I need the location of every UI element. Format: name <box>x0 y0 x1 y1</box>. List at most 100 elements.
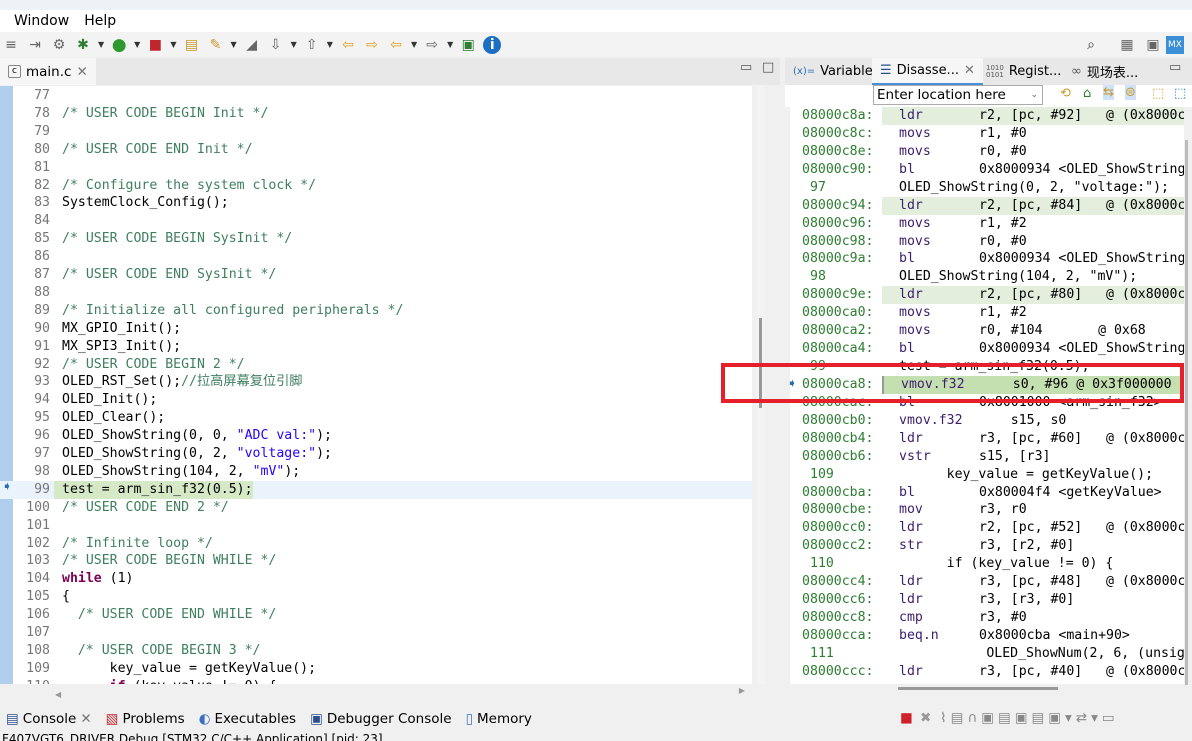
code-line[interactable]: 93 OLED_RST_Set();//拉高屏幕复位引脚 <box>0 373 752 391</box>
code-line[interactable]: 78 /* USER CODE BEGIN Init */ <box>0 105 752 123</box>
tab-console[interactable]: ▤ Console ✕ <box>6 711 92 727</box>
editor-horizontal-scrollbar[interactable]: ◀ ▶ <box>55 686 745 699</box>
source-line-row[interactable]: 97 OLED_ShowString(0, 2, "voltage:"); <box>790 179 1184 197</box>
tab-live-expressions[interactable]: ∞ 现场表... <box>1063 58 1146 85</box>
tab-memory[interactable]: ▯ Memory <box>466 711 532 727</box>
terminate-icon[interactable]: ■ <box>900 710 913 726</box>
code-line[interactable]: 79 <box>0 123 752 141</box>
prev-annotation-icon[interactable]: ⇧ <box>303 36 321 54</box>
open-folder-icon[interactable]: ▤ <box>182 36 200 54</box>
forward-icon[interactable]: ⇨ <box>423 36 441 54</box>
debug-icon[interactable]: ✱ <box>74 36 92 54</box>
code-line[interactable]: 102 /* Infinite loop */ <box>0 535 752 553</box>
pen-icon[interactable]: ✎ <box>206 36 224 54</box>
instruction-row[interactable]: 08000ca2: movs r0, #104 @ 0x68 <box>790 322 1184 340</box>
run-icon[interactable]: ● <box>110 35 128 55</box>
prev-annotation-dropdown-icon[interactable]: ▼ <box>327 40 333 49</box>
tab-problems[interactable]: ▧ Problems <box>106 711 185 727</box>
instruction-row[interactable]: 08000c8c: movs r1, #0 <box>790 125 1184 143</box>
menu-help[interactable]: Help <box>84 13 116 29</box>
instruction-row[interactable]: 08000cbe: mov r3, r0 <box>790 501 1184 519</box>
code-line[interactable]: 95 OLED_Clear(); <box>0 409 752 427</box>
instruction-row[interactable]: 08000cc2: str r3, [r2, #0] <box>790 537 1184 555</box>
instruction-row[interactable]: 08000c8a: ldr r2, [pc, #92] @ (0x8000ce <box>790 107 1184 125</box>
pin-editor-icon[interactable]: ▣ <box>459 36 477 54</box>
code-line[interactable]: 104 while (1) <box>0 570 752 588</box>
minimize-icon[interactable]: ▭ <box>1169 60 1181 75</box>
next-annotation-dropdown-icon[interactable]: ▼ <box>291 40 297 49</box>
pin-icon[interactable]: ⬚ <box>1174 86 1186 101</box>
instruction-row[interactable]: 08000cc0: ldr r2, [pc, #52] @ (0x8000cf <box>790 519 1184 537</box>
instruction-row[interactable]: 08000ca0: movs r1, #2 <box>790 304 1184 322</box>
instruction-row[interactable]: 08000c9e: ldr r2, [pc, #80] @ (0x8000cf <box>790 286 1184 305</box>
instruction-row[interactable]: 08000cb0: vmov.f32 s15, s0 <box>790 412 1184 430</box>
instruction-row[interactable]: 08000cca: beq.n 0x8000cba <main+90> <box>790 627 1184 645</box>
code-line[interactable]: 91 MX_SPI3_Init(); <box>0 338 752 356</box>
perspective-debug-icon[interactable]: ▣ <box>1144 36 1162 54</box>
instruction-row[interactable]: 08000c98: movs r0, #0 <box>790 233 1184 251</box>
tab-registers[interactable]: 1010 0101 Regist... <box>978 58 1069 85</box>
annotation-icon[interactable]: ◢ <box>243 36 261 54</box>
code-line[interactable]: 97 OLED_ShowString(0, 2, "voltage:"); <box>0 445 752 463</box>
code-line[interactable]: 109 key_value = getKeyValue(); <box>0 660 752 678</box>
open-perspective-icon[interactable]: ▦ <box>1118 36 1136 54</box>
maximize-icon[interactable]: □ <box>762 60 774 75</box>
search-icon[interactable]: ⌕ <box>1082 36 1100 54</box>
home-icon[interactable]: ⌂ <box>1083 86 1091 101</box>
tab-debugger-console[interactable]: ▣ Debugger Console <box>310 711 451 727</box>
instruction-row[interactable]: 08000c8e: movs r0, #0 <box>790 143 1184 161</box>
next-annotation-icon[interactable]: ⇩ <box>267 36 285 54</box>
code-line[interactable]: 83 SystemClock_Config(); <box>0 194 752 212</box>
code-line[interactable]: 77 <box>0 87 752 105</box>
pen-dropdown-icon[interactable]: ▼ <box>230 40 236 49</box>
code-line[interactable]: 81 <box>0 159 752 177</box>
instruction-row[interactable]: 08000cb6: vstr s15, [r3] <box>790 448 1184 466</box>
run-dropdown-icon[interactable]: ▼ <box>134 40 140 49</box>
console-toolbar-icons[interactable]: ⌇▤∩▣▤▣▤▣▾⇄▾▭ <box>940 710 1119 726</box>
code-line[interactable]: 101 <box>0 517 752 535</box>
disassembly-vertical-scrollbar[interactable] <box>1185 140 1188 685</box>
forward-dropdown-icon[interactable]: ▼ <box>447 40 453 49</box>
code-line[interactable]: 100 /* USER CODE END 2 */ <box>0 499 752 517</box>
instruction-row[interactable]: 08000cc4: ldr r3, [pc, #48] @ (0x8000cf <box>790 573 1184 591</box>
code-line[interactable]: 99 test = arm_sin_f32(0.5); <box>0 480 752 499</box>
instruction-row[interactable]: 08000cc6: ldr r3, [r3, #0] <box>790 591 1184 609</box>
code-line[interactable]: 86 <box>0 248 752 266</box>
instruction-row[interactable]: 08000c96: movs r1, #2 <box>790 215 1184 233</box>
open-new-view-icon[interactable]: ⬚ <box>1152 86 1164 101</box>
close-icon[interactable]: ✕ <box>76 64 87 80</box>
instruction-row[interactable]: 08000c94: ldr r2, [pc, #84] @ (0x8000ce <box>790 196 1184 215</box>
source-line-row[interactable]: 111 OLED_ShowNum(2, 6, (unsigned <box>790 645 1184 663</box>
code-line[interactable]: 96 OLED_ShowString(0, 0, "ADC val:"); <box>0 427 752 445</box>
refresh-icon[interactable]: ⟲ <box>1060 86 1071 101</box>
minimize-icon[interactable]: ▭ <box>740 60 752 75</box>
location-input[interactable]: Enter location here ⌄ <box>873 85 1043 105</box>
instruction-step-icon[interactable]: ⚙ <box>50 36 68 54</box>
code-line[interactable]: 85 /* USER CODE BEGIN SysInit */ <box>0 230 752 248</box>
close-icon[interactable]: ✕ <box>80 711 91 727</box>
back-dropdown-icon[interactable]: ▼ <box>411 40 417 49</box>
code-line[interactable]: 84 <box>0 212 752 230</box>
back-icon[interactable]: ⇦ <box>387 36 405 54</box>
code-line[interactable]: 89 /* Initialize all configured periphera… <box>0 302 752 320</box>
instruction-row[interactable]: 08000c90: bl 0x8000934 <OLED_ShowString> <box>790 161 1184 179</box>
step-return-icon[interactable]: ⇥ <box>26 36 44 54</box>
code-line[interactable]: 103 /* USER CODE BEGIN WHILE */ <box>0 552 752 570</box>
close-icon[interactable]: ✕ <box>964 63 975 78</box>
instruction-row[interactable]: 08000cc8: cmp r3, #0 <box>790 609 1184 627</box>
code-line[interactable]: 105 { <box>0 588 752 606</box>
tab-executables[interactable]: ◐ Executables <box>199 711 296 727</box>
code-line[interactable]: 107 <box>0 624 752 642</box>
next-edit-icon[interactable]: ⇨ <box>363 36 381 54</box>
debug-dropdown-icon[interactable]: ▼ <box>98 40 104 49</box>
instruction-row[interactable]: 08000cb4: ldr r3, [pc, #60] @ (0x8000cf <box>790 430 1184 448</box>
disassembly-horizontal-scrollbar[interactable] <box>898 687 1058 690</box>
menu-window[interactable]: Window <box>14 13 69 29</box>
code-line[interactable]: 80 /* USER CODE END Init */ <box>0 141 752 159</box>
code-line[interactable]: 108 /* USER CODE BEGIN 3 */ <box>0 642 752 660</box>
source-line-row[interactable]: 110 if (key_value != 0) { <box>790 555 1184 573</box>
code-line[interactable]: 94 OLED_Init(); <box>0 391 752 409</box>
source-line-row[interactable]: 109 key_value = getKeyValue(); <box>790 466 1184 484</box>
code-line[interactable]: 106 /* USER CODE END WHILE */ <box>0 606 752 624</box>
instruction-row[interactable]: 08000ca4: bl 0x8000934 <OLED_ShowString> <box>790 340 1184 358</box>
